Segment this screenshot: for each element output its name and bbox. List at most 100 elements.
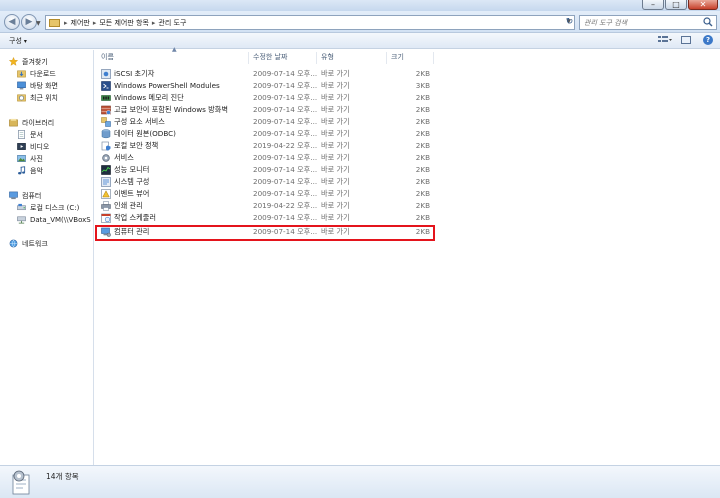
organize-button[interactable]: 구성 ▾	[9, 36, 27, 46]
list-item[interactable]: 로컬 보안 정책 2019-04-22 오후... 바로 가기 2KB	[96, 140, 436, 152]
list-item[interactable]: 구성 요소 서비스 2009-07-14 오후... 바로 가기 2KB	[96, 116, 436, 128]
breadcrumb-admin-tools[interactable]: 관리 도구	[158, 18, 186, 28]
breadcrumb-separator[interactable]: ▸	[64, 19, 68, 27]
recent-pages-dropdown[interactable]: ▼	[36, 20, 41, 27]
navigation-pane: 즐겨찾기 다운로드 바탕 화면 최근 위치 라이브러리 문서 비디오 사진 음악…	[0, 50, 94, 465]
highlight-box	[95, 225, 435, 241]
list-item[interactable]: 이벤트 뷰어 2009-07-14 오후... 바로 가기 2KB	[96, 188, 436, 200]
file-size: 2KB	[415, 165, 430, 174]
refresh-icon: ↻	[565, 17, 574, 27]
column-divider[interactable]	[248, 52, 249, 64]
minimize-button[interactable]: –	[642, 0, 664, 10]
breadcrumb-separator[interactable]: ▸	[93, 19, 97, 27]
column-header-type[interactable]: 유형	[321, 52, 334, 64]
column-divider[interactable]	[433, 52, 434, 64]
sidebar-item-recent-places[interactable]: 최근 위치	[17, 92, 58, 103]
window-controls: – □ ✕	[642, 0, 718, 11]
preview-pane-button[interactable]	[680, 35, 692, 45]
breadcrumb-control-panel[interactable]: 제어판	[71, 18, 90, 28]
firewall-icon	[101, 105, 111, 115]
column-divider[interactable]	[386, 52, 387, 64]
list-item[interactable]: 작업 스케줄러 2009-07-14 오후... 바로 가기 2KB	[96, 212, 436, 224]
sidebar-item-music[interactable]: 음악	[17, 165, 43, 176]
list-item[interactable]: 서비스 2009-07-14 오후... 바로 가기 2KB	[96, 152, 436, 164]
sidebar-item-desktop[interactable]: 바탕 화면	[17, 80, 58, 91]
chevron-down-icon: ▾	[23, 38, 27, 45]
file-date: 2009-07-14 오후...	[253, 165, 318, 174]
column-divider[interactable]	[316, 52, 317, 64]
forward-button[interactable]: ▶	[21, 14, 37, 30]
file-type: 바로 가기	[321, 117, 350, 126]
list-item[interactable]: Windows PowerShell Modules 2009-07-14 오후…	[96, 80, 436, 92]
file-type: 바로 가기	[321, 177, 350, 186]
item-count: 14개 항목	[46, 472, 79, 481]
list-item[interactable]: 고급 보안이 포함된 Windows 방화벽 2009-07-14 오후... …	[96, 104, 436, 116]
libraries-icon	[9, 118, 18, 127]
preview-pane-icon	[681, 36, 691, 44]
file-type: 바로 가기	[321, 93, 350, 102]
view-options-icon	[658, 36, 672, 42]
column-header-name[interactable]: 이름	[101, 52, 114, 64]
search-icon[interactable]	[703, 17, 713, 27]
file-type: 바로 가기	[321, 105, 350, 114]
list-item[interactable]: 데이터 원본(ODBC) 2009-07-14 오후... 바로 가기 2KB	[96, 128, 436, 140]
list-item[interactable]: 성능 모니터 2009-07-14 오후... 바로 가기 2KB	[96, 164, 436, 176]
column-header-date[interactable]: 수정한 날짜	[253, 52, 287, 64]
close-button[interactable]: ✕	[688, 0, 718, 10]
disk-drive-icon	[17, 203, 26, 211]
file-name: 서비스	[114, 153, 134, 162]
iscsi-icon	[101, 69, 111, 79]
sidebar-item-local-disk[interactable]: 로컬 디스크 (C:)	[17, 202, 79, 213]
back-button[interactable]: ◀	[4, 14, 20, 30]
file-size: 2KB	[415, 201, 430, 210]
change-view-button[interactable]	[658, 35, 672, 45]
minimize-icon: –	[651, 0, 655, 9]
system-config-icon	[101, 177, 111, 187]
list-item[interactable]: 시스템 구성 2009-07-14 오후... 바로 가기 2KB	[96, 176, 436, 188]
list-item[interactable]: 인쇄 관리 2019-04-22 오후... 바로 가기 2KB	[96, 200, 436, 212]
back-arrow-icon: ◀	[8, 17, 16, 27]
address-bar[interactable]: ▸ 제어판 ▸ 모든 제어판 항목 ▸ 관리 도구 ▼	[45, 15, 575, 30]
sidebar-item-downloads[interactable]: 다운로드	[17, 68, 56, 79]
column-header-size[interactable]: 크기	[391, 52, 404, 64]
sidebar-item-network[interactable]: 네트워크	[9, 238, 48, 249]
list-item[interactable]: iSCSI 초기자 2009-07-14 오후... 바로 가기 2KB	[96, 68, 436, 80]
file-type: 바로 가기	[321, 141, 350, 150]
search-box[interactable]	[579, 15, 717, 30]
file-name: 이벤트 뷰어	[114, 189, 150, 198]
breadcrumb-separator[interactable]: ▸	[152, 19, 156, 27]
refresh-button[interactable]: ↻	[563, 16, 576, 29]
sidebar-item-computer[interactable]: 컴퓨터	[9, 190, 41, 201]
search-input[interactable]	[580, 16, 698, 29]
file-date: 2009-07-14 오후...	[253, 129, 318, 138]
sort-indicator-icon: ▲	[172, 46, 177, 53]
sidebar-item-label: 비디오	[30, 142, 50, 151]
file-date: 2009-07-14 오후...	[253, 177, 318, 186]
sidebar-item-pictures[interactable]: 사진	[17, 153, 43, 164]
view-controls: ?	[658, 35, 714, 45]
file-size: 2KB	[415, 177, 430, 186]
sidebar-item-network-drive[interactable]: Data_VM(\\VBoxS	[17, 214, 92, 225]
list-item[interactable]: Windows 메모리 진단 2009-07-14 오후... 바로 가기 2K…	[96, 92, 436, 104]
file-name: 로컬 보안 정책	[114, 141, 159, 150]
title-bar: – □ ✕	[0, 0, 720, 11]
maximize-button[interactable]: □	[665, 0, 687, 10]
sidebar-item-favorites[interactable]: 즐겨찾기	[9, 56, 48, 67]
odbc-icon	[101, 129, 111, 139]
breadcrumb-all-items[interactable]: 모든 제어판 항목	[99, 18, 149, 28]
file-name: Windows 메모리 진단	[114, 93, 184, 102]
network-icon	[9, 239, 18, 248]
file-date: 2019-04-22 오후...	[253, 201, 318, 210]
help-button[interactable]: ?	[702, 35, 714, 45]
file-size: 2KB	[415, 105, 430, 114]
sidebar-item-libraries[interactable]: 라이브러리	[9, 117, 54, 128]
sidebar-item-label: 다운로드	[30, 69, 56, 78]
downloads-folder-icon	[17, 70, 26, 78]
sidebar-item-videos[interactable]: 비디오	[17, 141, 49, 152]
control-panel-icon	[49, 18, 60, 27]
component-services-icon	[101, 117, 111, 127]
file-name: 시스템 구성	[114, 177, 150, 186]
network-drive-icon	[17, 216, 26, 224]
sidebar-item-documents[interactable]: 문서	[17, 129, 43, 140]
details-pane: 14개 항목	[0, 465, 720, 498]
